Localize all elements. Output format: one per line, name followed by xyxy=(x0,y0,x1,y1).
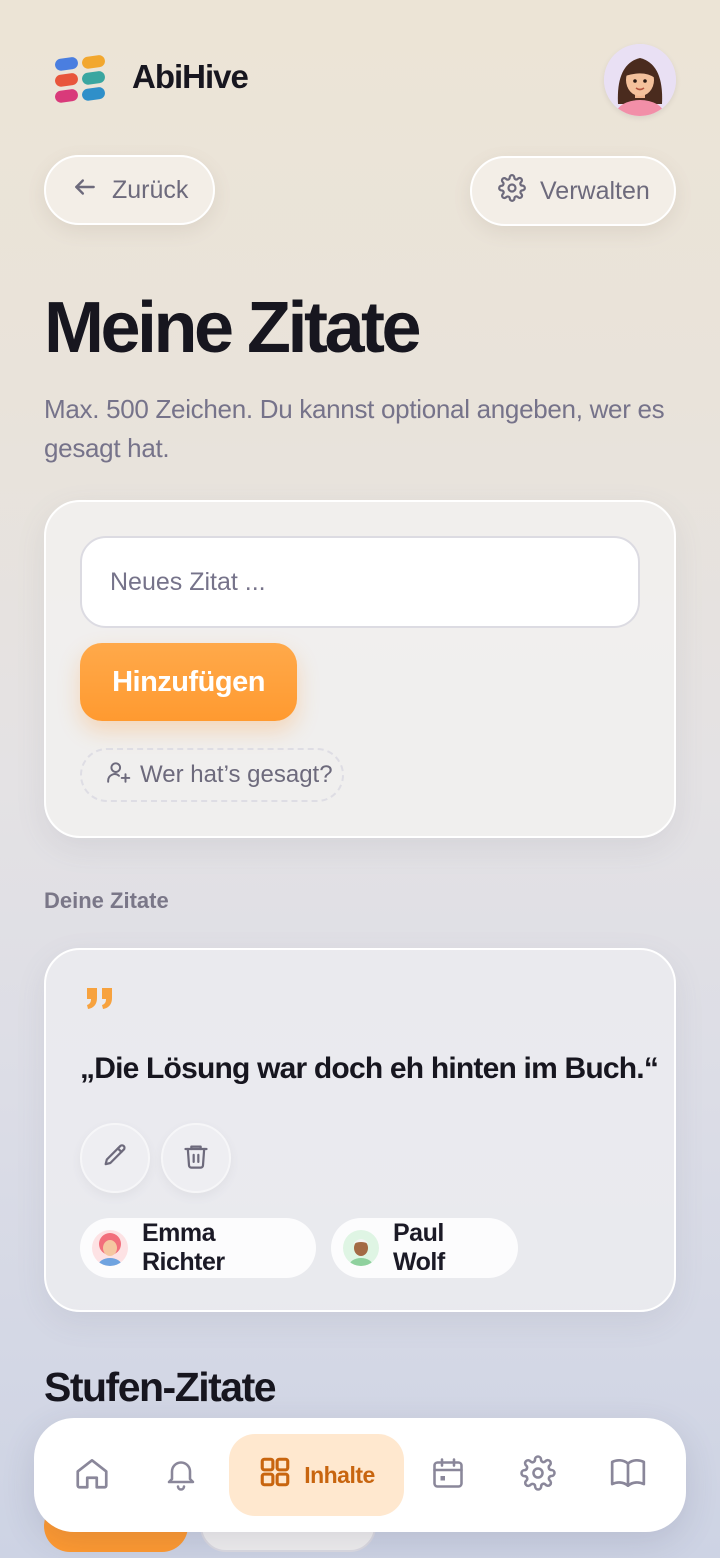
page-subtitle: Max. 500 Zeichen. Du kannst optional ang… xyxy=(44,394,665,463)
brand-name: AbiHive xyxy=(132,58,249,95)
avatar xyxy=(343,1230,379,1266)
person-name: Paul Wolf xyxy=(393,1219,445,1276)
who-said-it-label: Wer hat’s gesagt? xyxy=(140,761,333,788)
abihive-logo-icon xyxy=(52,54,108,106)
manage-button[interactable]: Verwalten xyxy=(470,156,676,226)
who-said-it-button[interactable]: Wer hat’s gesagt? xyxy=(80,748,344,802)
avatar xyxy=(92,1230,128,1266)
manage-label: Verwalten xyxy=(540,176,650,205)
trash-icon xyxy=(182,1142,210,1175)
user-avatar[interactable] xyxy=(604,44,676,116)
add-quote-button[interactable]: Hinzufügen xyxy=(80,643,297,721)
gear-icon xyxy=(520,1454,556,1496)
grid-icon xyxy=(258,1455,292,1495)
nav-notifications[interactable] xyxy=(149,1445,213,1505)
nav-book[interactable] xyxy=(596,1445,660,1505)
nav-content[interactable]: Inhalte xyxy=(229,1434,404,1516)
bell-icon xyxy=(163,1455,199,1496)
nav-content-label: Inhalte xyxy=(304,1461,375,1488)
home-icon xyxy=(73,1454,111,1497)
edit-quote-button[interactable] xyxy=(80,1123,150,1193)
new-quote-input[interactable] xyxy=(80,536,640,628)
pencil-icon xyxy=(101,1142,129,1175)
grade-quotes-title: Stufen-Zitate xyxy=(44,1364,277,1410)
my-quotes-label: Deine Zitate xyxy=(44,888,169,913)
arrow-left-icon xyxy=(72,174,98,207)
delete-quote-button[interactable] xyxy=(161,1123,231,1193)
quote-mark-icon xyxy=(84,984,116,1017)
person-chip[interactable]: Emma Richter xyxy=(80,1218,316,1278)
back-label: Zurück xyxy=(112,175,189,204)
back-button[interactable]: Zurück xyxy=(44,155,215,225)
nav-calendar[interactable] xyxy=(416,1445,480,1505)
person-chip[interactable]: Paul Wolf xyxy=(331,1218,518,1278)
nav-settings[interactable] xyxy=(506,1445,570,1505)
user-plus-icon xyxy=(106,759,132,792)
book-icon xyxy=(609,1454,647,1497)
calendar-icon xyxy=(430,1455,466,1496)
quote-text: „Die Lösung war doch eh hinten im Buch.“ xyxy=(80,1052,659,1085)
page-title: Meine Zitate xyxy=(44,288,422,368)
gear-icon xyxy=(498,173,526,209)
nav-home[interactable] xyxy=(60,1445,124,1505)
person-name: Emma Richter xyxy=(142,1219,225,1276)
